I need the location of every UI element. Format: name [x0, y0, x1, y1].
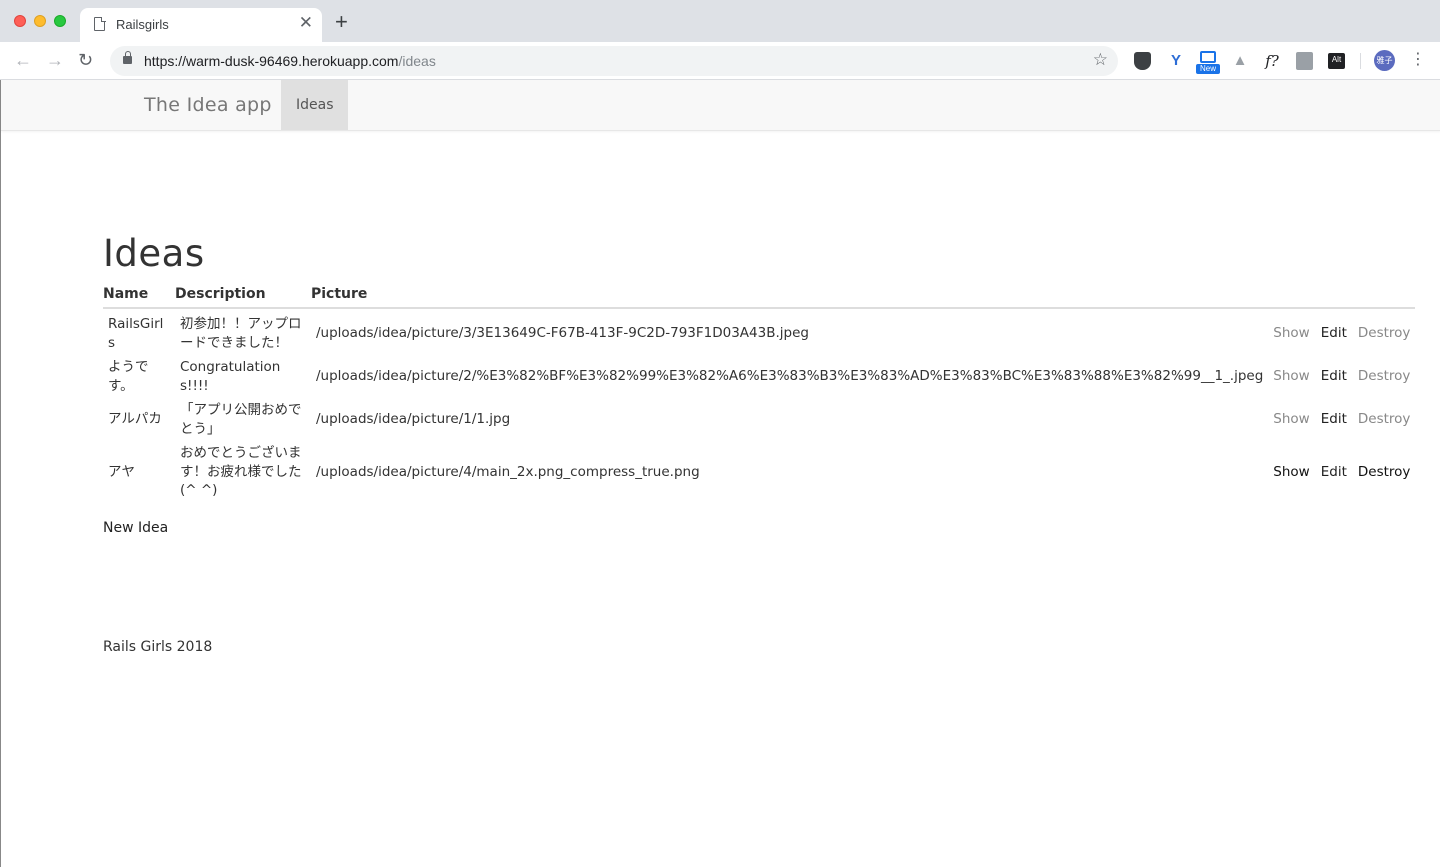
table-header-row: Name Description Picture: [103, 282, 1416, 309]
row-actions: Show Edit Destroy: [1268, 398, 1415, 441]
page-viewport: The Idea app Ideas Ideas Name Descriptio…: [0, 80, 1440, 867]
minimize-window-button[interactable]: [34, 15, 46, 27]
table-row: ようです。 Congratulations!!!! /uploads/idea/…: [103, 355, 1415, 398]
lock-icon: [123, 51, 132, 64]
alt-extension-icon[interactable]: Alt: [1328, 53, 1345, 69]
edit-link[interactable]: Edit: [1321, 464, 1347, 480]
close-window-button[interactable]: [14, 15, 26, 27]
close-tab-icon[interactable]: ✕: [299, 13, 313, 33]
brand-link[interactable]: The Idea app: [144, 94, 272, 116]
row-actions: Show Edit Destroy: [1268, 308, 1415, 355]
drive-extension-icon[interactable]: ▲: [1231, 52, 1249, 70]
show-link[interactable]: Show: [1273, 464, 1309, 480]
tab-title: Railsgirls: [116, 17, 169, 32]
puzzle-extension-icon[interactable]: [1296, 52, 1313, 70]
new-extension-icon[interactable]: New: [1196, 51, 1220, 74]
window-icon: [1200, 51, 1216, 63]
edit-link[interactable]: Edit: [1321, 411, 1347, 427]
idea-name: アヤ: [108, 463, 135, 480]
idea-name: ようです。: [108, 359, 149, 394]
table-row: アヤ おめでとうございます！お疲れ様でした(^ ^) /uploads/idea…: [103, 441, 1415, 503]
destroy-link[interactable]: Destroy: [1358, 464, 1411, 480]
column-header-picture: Picture: [311, 282, 1269, 309]
pocket-extension-icon[interactable]: [1134, 52, 1151, 70]
profile-avatar[interactable]: 雅子: [1374, 50, 1395, 71]
edit-link[interactable]: Edit: [1321, 325, 1347, 341]
page-footer: Rails Girls 2018: [103, 639, 213, 655]
idea-description: 初参加！！アップロードできました！: [180, 316, 302, 351]
back-icon[interactable]: ←: [14, 49, 32, 71]
show-link[interactable]: Show: [1273, 411, 1309, 427]
show-link[interactable]: Show: [1273, 325, 1309, 341]
row-actions: Show Edit Destroy: [1268, 441, 1415, 503]
address-bar[interactable]: https://warm-dusk-96469.herokuapp.com/id…: [110, 46, 1118, 76]
browser-menu-icon[interactable]: ⋮: [1410, 48, 1426, 72]
column-header-description: Description: [175, 282, 311, 309]
idea-description: Congratulations!!!!: [180, 359, 281, 394]
bookmark-star-icon[interactable]: ☆: [1093, 50, 1108, 70]
browser-toolbar: ← → ↻ https://warm-dusk-96469.herokuapp.…: [0, 42, 1440, 80]
idea-picture-path: /uploads/idea/picture/1/1.jpg: [316, 411, 511, 428]
idea-picture-path: /uploads/idea/picture/2/%E3%82%BF%E3%82%…: [316, 368, 1264, 385]
row-actions: Show Edit Destroy: [1268, 355, 1415, 398]
destroy-link[interactable]: Destroy: [1358, 411, 1411, 427]
column-header-name: Name: [103, 282, 175, 309]
table-row: アルパカ 「アプリ公開おめでとう」 /uploads/idea/picture/…: [103, 398, 1415, 441]
show-link[interactable]: Show: [1273, 368, 1309, 384]
url-host: https://warm-dusk-96469.herokuapp.com: [144, 53, 399, 69]
idea-picture-path: /uploads/idea/picture/3/3E13649C-F67B-41…: [316, 325, 809, 342]
new-badge: New: [1196, 64, 1220, 74]
new-idea-link[interactable]: New Idea: [103, 520, 168, 536]
y-extension-icon[interactable]: Y: [1168, 52, 1184, 70]
idea-description: おめでとうございます！お疲れ様でした(^ ^): [180, 445, 302, 499]
nav-item-ideas-label: Ideas: [296, 97, 334, 113]
toolbar-separator: [1360, 53, 1361, 69]
browser-tab-strip: Railsgirls ✕ +: [0, 0, 1440, 42]
zoom-window-button[interactable]: [54, 15, 66, 27]
nav-item-ideas[interactable]: Ideas: [281, 80, 348, 130]
page-icon: [94, 16, 106, 31]
browser-tab[interactable]: Railsgirls ✕: [80, 8, 322, 42]
new-tab-icon[interactable]: +: [335, 11, 348, 33]
destroy-link[interactable]: Destroy: [1358, 325, 1411, 341]
site-navbar: The Idea app Ideas: [1, 80, 1440, 131]
table-row: RailsGirls 初参加！！アップロードできました！ /uploads/id…: [103, 308, 1415, 355]
forward-icon[interactable]: →: [46, 49, 64, 71]
url-text[interactable]: https://warm-dusk-96469.herokuapp.com/id…: [144, 53, 436, 69]
reload-icon[interactable]: ↻: [78, 49, 93, 71]
edit-link[interactable]: Edit: [1321, 368, 1347, 384]
page-title: Ideas: [103, 232, 205, 275]
idea-description: 「アプリ公開おめでとう」: [180, 402, 302, 437]
font-extension-icon[interactable]: f?: [1263, 52, 1281, 70]
idea-picture-path: /uploads/idea/picture/4/main_2x.png_comp…: [316, 463, 700, 480]
idea-name: アルパカ: [108, 411, 162, 428]
destroy-link[interactable]: Destroy: [1358, 368, 1411, 384]
column-header-actions: [1268, 282, 1416, 309]
ideas-table: Name Description Picture RailsGirls 初参加！…: [103, 282, 1416, 503]
url-path: /ideas: [398, 53, 436, 69]
idea-name: RailsGirls: [108, 316, 164, 351]
